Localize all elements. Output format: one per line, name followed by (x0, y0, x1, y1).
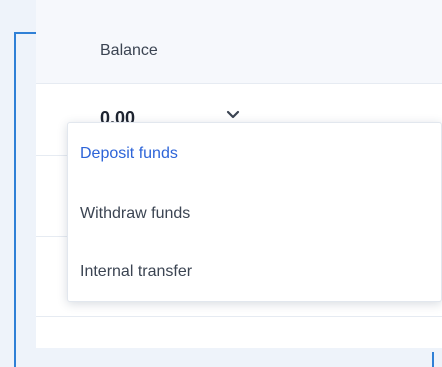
balance-header: Balance (36, 0, 442, 84)
balance-label: Balance (100, 42, 158, 59)
row-divider (36, 316, 442, 317)
chevron-down-icon[interactable] (226, 108, 240, 122)
menu-item-deposit-funds[interactable]: Deposit funds (80, 145, 178, 163)
funds-action-dropdown: Deposit funds Withdraw funds Internal tr… (67, 122, 442, 302)
menu-item-internal-transfer[interactable]: Internal transfer (80, 263, 192, 281)
menu-item-withdraw-funds[interactable]: Withdraw funds (80, 205, 190, 223)
